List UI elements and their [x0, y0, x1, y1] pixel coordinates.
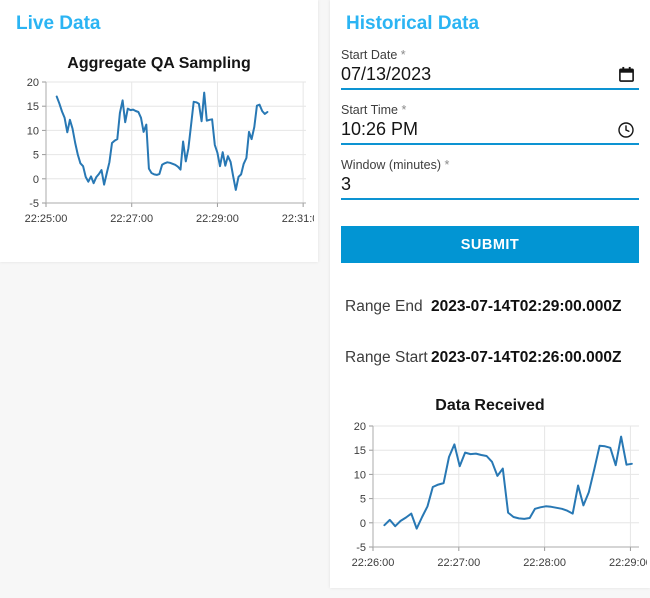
window-minutes-input[interactable] [341, 174, 637, 195]
live-data-panel: Live Data Aggregate QA Sampling 22:25:00… [0, 0, 325, 262]
calendar-icon [619, 66, 634, 82]
svg-text:20: 20 [27, 77, 39, 89]
svg-text:22:26:00: 22:26:00 [352, 557, 395, 569]
svg-text:22:25:00: 22:25:00 [25, 213, 68, 225]
live-data-heading: Live Data [16, 13, 101, 34]
range-start-label: Range Start [345, 349, 428, 366]
svg-text:20: 20 [354, 421, 366, 433]
live-chart-title: Aggregate QA Sampling [67, 55, 251, 72]
start-time-label: Start Time * [341, 103, 407, 117]
required-marker: * [400, 48, 406, 62]
svg-text:0: 0 [33, 174, 39, 186]
window-minutes-field-group: Window (minutes) * [341, 158, 639, 200]
svg-text:22:29:00: 22:29:00 [196, 213, 239, 225]
svg-text:10: 10 [27, 125, 39, 137]
start-date-label: Start Date * [341, 48, 406, 62]
svg-text:22:27:00: 22:27:00 [437, 557, 480, 569]
required-marker: * [444, 158, 450, 172]
live-chart: 22:25:00 22:27:00 22:29:00 22:31:00 -5 0 5 10 15… [6, 77, 325, 229]
svg-text:22:28:00: 22:28:00 [523, 557, 566, 569]
date-picker-button[interactable] [618, 66, 635, 84]
svg-text:0: 0 [360, 518, 366, 530]
range-end-row: Range End 2023-07-14T02:29:00.000Z [345, 298, 635, 316]
svg-text:15: 15 [354, 445, 366, 457]
time-picker-button[interactable] [617, 121, 635, 139]
range-start-row: Range Start 2023-07-14T02:26:00.000Z [345, 349, 635, 367]
range-end-value: 2023-07-14T02:29:00.000Z [431, 298, 622, 315]
historical-chart-title: Data Received [435, 397, 545, 414]
historical-query-form: Start Date * Start Time * [330, 48, 650, 263]
start-time-input[interactable] [341, 119, 611, 140]
svg-text:22:27:00: 22:27:00 [110, 213, 153, 225]
start-date-field-group: Start Date * [341, 48, 639, 90]
svg-text:-5: -5 [29, 198, 39, 210]
clock-icon [618, 121, 634, 138]
historical-chart: 22:26:00 22:27:00 22:28:00 22:29:00 -5 0 5 10 15… [333, 421, 650, 573]
svg-text:10: 10 [354, 469, 366, 481]
historical-data-heading: Historical Data [346, 13, 480, 34]
submit-button[interactable]: SUBMIT [341, 226, 639, 263]
window-minutes-label: Window (minutes) * [341, 158, 450, 172]
required-marker: * [401, 103, 407, 117]
svg-text:22:29:00: 22:29:00 [609, 557, 647, 569]
svg-text:5: 5 [33, 150, 39, 162]
start-time-field-group: Start Time * [341, 103, 639, 145]
range-start-value: 2023-07-14T02:26:00.000Z [431, 349, 622, 366]
start-date-input[interactable] [341, 64, 612, 85]
svg-text:15: 15 [27, 101, 39, 113]
svg-text:5: 5 [360, 494, 366, 506]
range-end-label: Range End [345, 298, 423, 315]
historical-data-panel: Historical Data Start Date * 07/13/2023 … [330, 0, 650, 588]
svg-text:22:31:00: 22:31:00 [282, 213, 314, 225]
svg-text:-5: -5 [356, 542, 366, 554]
